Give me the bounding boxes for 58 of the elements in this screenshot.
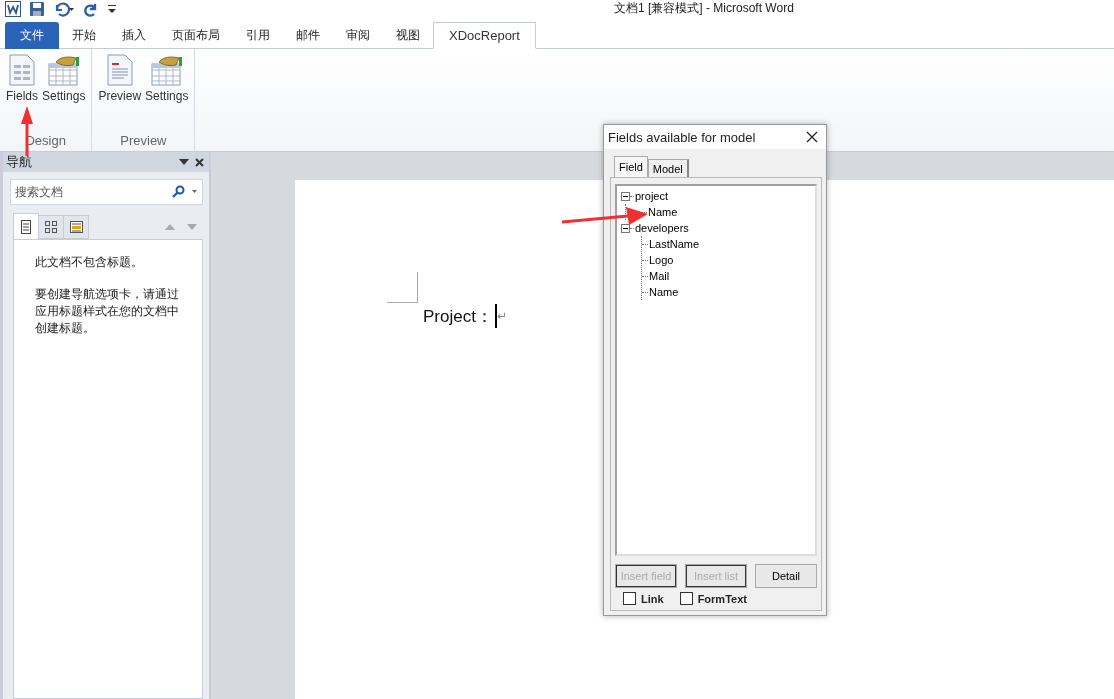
table-hand-icon <box>47 56 80 86</box>
hint-text: 要创建导航选项卡，请通过应用标题样式在您的文档中创建标题。 <box>35 286 180 337</box>
ribbon-tab[interactable]: 审阅 <box>333 22 383 49</box>
ribbon-tab[interactable]: 视图 <box>383 22 433 49</box>
tree-item[interactable]: project <box>634 190 670 202</box>
checkbox-label: FormText <box>697 592 747 605</box>
dialog-tab[interactable]: Field <box>614 156 648 177</box>
file-tab[interactable]: 文件 <box>5 22 59 49</box>
tree-item[interactable]: developers <box>634 222 690 234</box>
window-title: 文档1 [兼容模式] - Microsoft Word <box>614 0 794 17</box>
close-icon[interactable] <box>195 157 204 167</box>
dialog-title: Fields available for model <box>608 129 756 145</box>
document-text: Project： <box>423 305 493 328</box>
checkbox-label: Link <box>641 592 664 605</box>
tree-item[interactable]: Name <box>648 286 680 298</box>
headings-tab[interactable] <box>13 213 39 240</box>
checkbox[interactable] <box>623 592 636 605</box>
results-list-icon <box>69 221 83 233</box>
ribbon-button[interactable]: Preview <box>96 49 144 107</box>
paragraph-mark: ↵ <box>496 309 507 323</box>
undo-icon[interactable] <box>53 1 75 17</box>
table-hand-icon <box>150 56 183 86</box>
document-icon <box>106 54 133 86</box>
collapse-icon[interactable] <box>621 223 630 233</box>
search-icon[interactable] <box>172 185 185 198</box>
tree-item[interactable]: Name <box>647 206 679 218</box>
tree-item[interactable]: Mail <box>648 270 671 282</box>
results-tab[interactable] <box>63 215 89 239</box>
margin-corner-mark <box>387 272 418 303</box>
thumbnails-icon <box>45 221 57 233</box>
ribbon-tab[interactable]: 页面布局 <box>159 22 233 49</box>
ribbon-tab[interactable]: 邮件 <box>283 22 333 49</box>
ribbon-button[interactable]: Settings <box>143 49 191 107</box>
redo-icon[interactable] <box>83 1 99 17</box>
group-label: Preview <box>119 133 168 150</box>
close-icon[interactable] <box>806 131 818 143</box>
caret-icon[interactable] <box>192 190 197 193</box>
form-icon <box>9 54 35 86</box>
tree-item[interactable]: LastName <box>648 238 701 250</box>
ribbon-tab[interactable]: 引用 <box>233 22 283 49</box>
save-icon[interactable] <box>29 1 45 17</box>
empty-message: 此文档不包含标题。 <box>35 254 144 271</box>
ribbon-button[interactable]: Settings <box>40 49 88 107</box>
pages-tab[interactable] <box>38 215 64 239</box>
collapse-icon[interactable] <box>621 191 630 201</box>
dialog-tab[interactable]: Model <box>647 159 689 177</box>
ribbon-button[interactable]: Fields <box>4 49 40 107</box>
dropdown-icon[interactable] <box>179 159 189 165</box>
pane-title: 导航 <box>6 153 33 171</box>
search-field[interactable]: 搜索文档 <box>10 179 203 205</box>
dialog-button[interactable]: Detail <box>755 564 817 588</box>
document-list-icon <box>21 219 31 234</box>
ribbon-tab[interactable]: XDocReport <box>433 22 536 49</box>
checkbox[interactable] <box>679 592 693 605</box>
tree-item[interactable]: Logo <box>648 254 675 266</box>
ribbon-tab[interactable]: 开始 <box>59 22 109 49</box>
customize-menu-icon[interactable] <box>107 2 117 16</box>
ribbon-tab[interactable]: 插入 <box>109 22 159 49</box>
